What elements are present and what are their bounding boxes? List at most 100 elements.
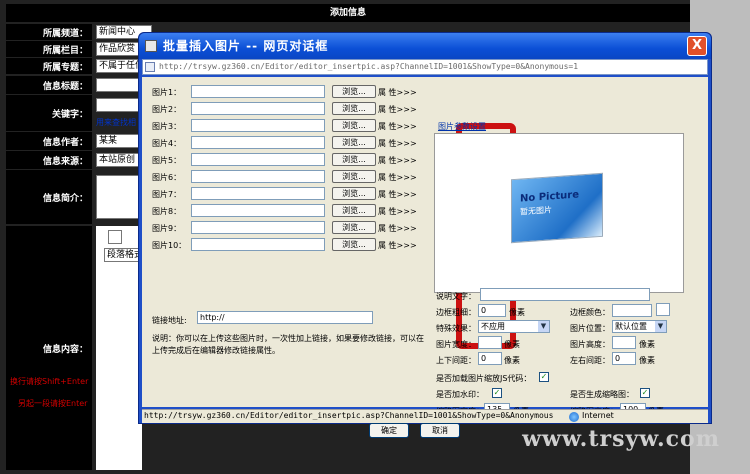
cancel-button[interactable]: 取消 bbox=[420, 423, 460, 438]
picture-file-input[interactable] bbox=[191, 153, 325, 166]
properties-link[interactable]: 属 性>>> bbox=[378, 87, 417, 98]
address-bar: http://trsyw.gz360.cn/Editor/editor_inse… bbox=[142, 59, 708, 75]
close-button[interactable]: X bbox=[687, 36, 707, 56]
browse-button[interactable]: 浏览... bbox=[332, 170, 376, 183]
hint-shift-enter: 换行请按Shift+Enter bbox=[10, 377, 89, 386]
dialog-titlebar[interactable]: 批量插入图片 -- 网页对话框 X bbox=[139, 33, 711, 59]
effect-value: 不应用 bbox=[481, 322, 505, 331]
color-picker-icon[interactable] bbox=[656, 303, 670, 316]
field-label-source: 信息来源： bbox=[6, 151, 92, 169]
picture-file-input[interactable] bbox=[191, 102, 325, 115]
picture-row: 图片3： 浏览... 属 性>>> bbox=[152, 119, 442, 133]
picture-label: 图片3： bbox=[152, 122, 182, 131]
browse-button[interactable]: 浏览... bbox=[332, 119, 376, 132]
field-label-column: 所属栏目： bbox=[6, 41, 92, 57]
image-preview: No Picture 暂无图片 bbox=[434, 133, 684, 293]
properties-link[interactable]: 属 性>>> bbox=[378, 121, 417, 132]
browse-button[interactable]: 浏览... bbox=[332, 102, 376, 115]
globe-icon bbox=[569, 412, 579, 422]
thumb-label: 是否生成缩略图： bbox=[570, 390, 634, 399]
picture-row: 图片10： 浏览... 属 性>>> bbox=[152, 238, 442, 252]
properties-link[interactable]: 属 性>>> bbox=[378, 206, 417, 217]
picture-file-input[interactable] bbox=[191, 119, 325, 132]
field-label-topic: 所属专题： bbox=[6, 58, 92, 74]
picture-label: 图片7： bbox=[152, 190, 182, 199]
summary-textarea[interactable] bbox=[96, 175, 142, 219]
picture-file-input[interactable] bbox=[191, 85, 325, 98]
content-editor[interactable] bbox=[96, 226, 142, 470]
thumb-checkbox[interactable]: ✓ bbox=[640, 388, 650, 398]
browse-button[interactable]: 浏览... bbox=[332, 136, 376, 149]
picture-file-input[interactable] bbox=[191, 170, 325, 183]
status-url: http://trsyw.gz360.cn/Editor/editor_inse… bbox=[144, 411, 554, 420]
picture-row: 图片6： 浏览... 属 性>>> bbox=[152, 170, 442, 184]
vspace-input[interactable]: 0 bbox=[478, 352, 502, 365]
picture-file-input[interactable] bbox=[191, 136, 325, 149]
picture-label: 图片4： bbox=[152, 139, 182, 148]
status-bar: http://trsyw.gz360.cn/Editor/editor_inse… bbox=[142, 409, 708, 423]
properties-link[interactable]: 属 性>>> bbox=[378, 172, 417, 183]
zoom-code-checkbox[interactable]: ✓ bbox=[539, 372, 549, 382]
hspace-unit: 像素 bbox=[639, 356, 655, 365]
keyword-help-link[interactable]: 用来查找相 bbox=[96, 117, 136, 128]
properties-link[interactable]: 属 性>>> bbox=[378, 155, 417, 166]
field-label-content: 信息内容： bbox=[6, 226, 92, 470]
picture-label: 图片2： bbox=[152, 105, 182, 114]
picture-file-input[interactable] bbox=[191, 187, 325, 200]
address-text: http://trsyw.gz360.cn/Editor/editor_inse… bbox=[159, 62, 579, 71]
hspace-input[interactable]: 0 bbox=[612, 352, 636, 365]
field-label-keyword: 关键字： bbox=[6, 95, 92, 131]
chevron-down-icon: ▼ bbox=[655, 321, 666, 332]
properties-link[interactable]: 属 性>>> bbox=[378, 223, 417, 234]
properties-link[interactable]: 属 性>>> bbox=[378, 104, 417, 115]
page-header: 添加信息 bbox=[6, 4, 690, 22]
chevron-down-icon: ▼ bbox=[538, 321, 549, 332]
width-unit: 像素 bbox=[504, 340, 520, 349]
picture-label: 图片6： bbox=[152, 173, 182, 182]
properties-link[interactable]: 属 性>>> bbox=[378, 189, 417, 200]
picture-row: 图片7： 浏览... 属 性>>> bbox=[152, 187, 442, 201]
browse-button[interactable]: 浏览... bbox=[332, 221, 376, 234]
alt-label: 说明文字： bbox=[436, 292, 476, 301]
picture-row: 图片8： 浏览... 属 性>>> bbox=[152, 204, 442, 218]
alt-input[interactable] bbox=[480, 288, 650, 301]
nopic-subtitle: 暂无图片 bbox=[520, 205, 552, 217]
insert-pictures-dialog: 批量插入图片 -- 网页对话框 X http://trsyw.gz360.cn/… bbox=[138, 32, 712, 438]
zoom-code-label: 是否加载图片缩放JS代码： bbox=[436, 374, 532, 383]
position-value: 默认位置 bbox=[615, 322, 647, 331]
width-input[interactable] bbox=[478, 336, 502, 349]
picture-file-input[interactable] bbox=[191, 204, 325, 217]
picture-file-input[interactable] bbox=[191, 238, 325, 251]
link-label: 链接地址: bbox=[152, 316, 187, 325]
border-input[interactable]: 0 bbox=[478, 304, 506, 317]
ok-button[interactable]: 确定 bbox=[369, 423, 409, 438]
effect-select[interactable]: 不应用 ▼ bbox=[478, 320, 550, 333]
browse-button[interactable]: 浏览... bbox=[332, 85, 376, 98]
properties-link[interactable]: 属 性>>> bbox=[378, 240, 417, 251]
picture-row: 图片1： 浏览... 属 性>>> bbox=[152, 85, 442, 99]
nopic-title: No Picture bbox=[520, 189, 580, 205]
window-icon bbox=[145, 40, 157, 52]
browse-button[interactable]: 浏览... bbox=[332, 153, 376, 166]
browse-button[interactable]: 浏览... bbox=[332, 238, 376, 251]
browse-button[interactable]: 浏览... bbox=[332, 204, 376, 217]
picture-row: 图片9： 浏览... 属 性>>> bbox=[152, 221, 442, 235]
border-color-input[interactable] bbox=[612, 304, 652, 317]
position-select[interactable]: 默认位置 ▼ bbox=[612, 320, 667, 333]
picture-file-input[interactable] bbox=[191, 221, 325, 234]
picture-label: 图片5： bbox=[152, 156, 182, 165]
dialog-content: 图片1： 浏览... 属 性>>> 图片2： 浏览... 属 性>>> 图片3： 浏览... 属… bbox=[142, 77, 708, 438]
picture-row: 图片5： 浏览... 属 性>>> bbox=[152, 153, 442, 167]
vspace-label: 上下间距： bbox=[436, 356, 476, 365]
height-input[interactable] bbox=[612, 336, 636, 349]
hspace-label: 左右间距： bbox=[570, 356, 610, 365]
hint-enter: 另起一段请按Enter bbox=[18, 399, 88, 408]
link-input[interactable]: http:// bbox=[197, 311, 373, 324]
border-color-label: 边框颜色： bbox=[570, 308, 610, 317]
watermark-checkbox[interactable]: ✓ bbox=[492, 388, 502, 398]
editor-toolbar-icon[interactable] bbox=[108, 230, 122, 244]
browse-button[interactable]: 浏览... bbox=[332, 187, 376, 200]
picture-label: 图片1： bbox=[152, 88, 182, 97]
properties-link[interactable]: 属 性>>> bbox=[378, 138, 417, 149]
border-unit: 像素 bbox=[509, 308, 525, 317]
